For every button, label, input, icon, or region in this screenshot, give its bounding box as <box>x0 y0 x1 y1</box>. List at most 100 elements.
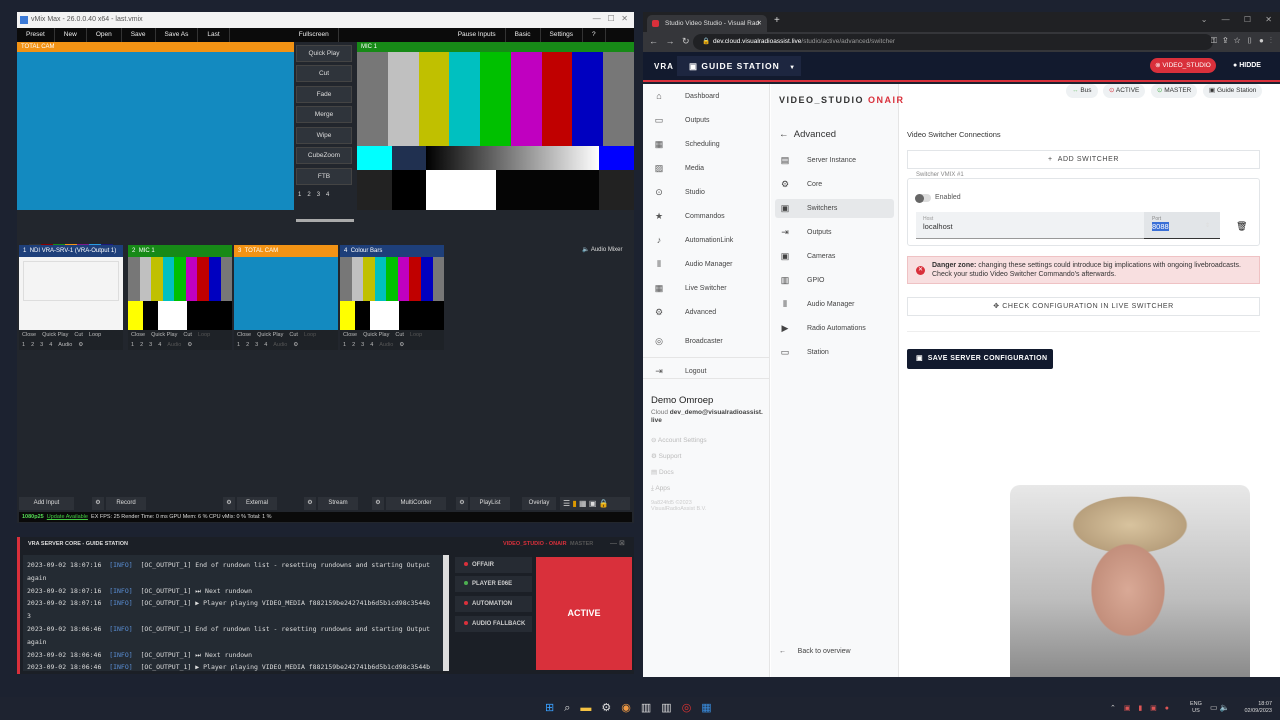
add-switcher-button[interactable]: + ADD SWITCHER <box>907 150 1260 169</box>
bus-1[interactable]: 1 <box>22 340 25 350</box>
close-button[interactable]: Close <box>131 330 145 340</box>
overlay-button[interactable]: Overlay <box>522 497 556 510</box>
audio-button[interactable]: Audio <box>273 340 287 350</box>
tray-icons[interactable]: ⌃ ▣ ▮ ▣ ● <box>1110 697 1169 720</box>
bus-2[interactable]: 2 <box>246 340 249 350</box>
input-2[interactable]: 2 MIC 1 Close Quick Play Cut Loop 1 2 3 4 Audio… <box>128 245 233 350</box>
fade-button[interactable]: Fade <box>296 86 352 103</box>
host-input[interactable]: Host localhost <box>916 212 1144 239</box>
menu-last[interactable]: Last <box>198 28 230 42</box>
gear-icon[interactable]: ⚙ <box>293 340 298 350</box>
add-input-button[interactable]: Add Input <box>19 497 74 510</box>
gear-icon[interactable]: ⚙ <box>78 340 83 350</box>
browser-window-controls[interactable]: ⌄ — ☐ ✕ <box>1201 15 1272 24</box>
sidebar-item-advanced[interactable]: ⚙ Advanced <box>643 300 770 324</box>
menu-help[interactable]: ? <box>583 28 606 42</box>
loop-button[interactable]: Loop <box>304 330 316 340</box>
menu-fullscreen[interactable]: Fullscreen <box>290 28 339 42</box>
loop-button[interactable]: Loop <box>89 330 101 340</box>
transition-3[interactable]: 3 <box>317 192 320 198</box>
cut-button[interactable]: Cut <box>289 330 298 340</box>
bus-3[interactable]: 3 <box>149 340 152 350</box>
playlist-settings-gear-icon[interactable]: ⚙ <box>456 497 468 510</box>
active-button[interactable]: ACTIVE <box>536 557 632 670</box>
cubezoom-button[interactable]: CubeZoom <box>296 147 352 164</box>
update-link[interactable]: Update Available <box>47 514 88 520</box>
subnav-item-radio-automations[interactable]: ▶ Radio Automations <box>775 319 894 338</box>
bus-2[interactable]: 2 <box>352 340 355 350</box>
quick-play-button[interactable]: Quick Play <box>363 330 389 340</box>
t-bar-slider[interactable] <box>296 219 354 222</box>
studio-badge[interactable]: ⊗ VIDEO_STUDIO <box>1150 58 1216 73</box>
state-automation[interactable]: AUTOMATION <box>455 596 532 612</box>
bus-1[interactable]: 1 <box>237 340 240 350</box>
subnav-item-gpio[interactable]: ▥ GPIO <box>775 271 894 290</box>
sidebar-item-automationlink[interactable]: ♪ AutomationLink <box>643 228 770 252</box>
bus-4[interactable]: 4 <box>264 340 267 350</box>
browser-actions[interactable]: ⚿ ⇪ ☆ ▯ ● ⋮ <box>1211 36 1272 46</box>
close-button[interactable]: Close <box>237 330 251 340</box>
menu-pause-inputs[interactable]: Pause Inputs <box>449 28 506 42</box>
cut-button[interactable]: Cut <box>395 330 404 340</box>
enabled-toggle[interactable] <box>915 193 931 203</box>
core-window-controls[interactable]: — ⊠ <box>610 539 625 547</box>
window-controls[interactable]: — ☐ ✕ <box>593 14 628 23</box>
ftb-button[interactable]: FTB <box>296 168 352 185</box>
bus-4[interactable]: 4 <box>370 340 373 350</box>
bus-1[interactable]: 1 <box>131 340 134 350</box>
bus-1[interactable]: 1 <box>343 340 346 350</box>
menu-settings[interactable]: Settings <box>541 28 584 42</box>
quick-play-button[interactable]: Quick Play <box>151 330 177 340</box>
menu-basic[interactable]: Basic <box>506 28 541 42</box>
subnav-item-outputs[interactable]: ⇥ Outputs <box>775 223 894 242</box>
stream-settings-gear-icon[interactable]: ⚙ <box>304 497 316 510</box>
close-tab-icon[interactable]: ✕ <box>757 15 762 32</box>
input-4[interactable]: 4 Colour Bars Close Quick Play Cut Loop 123… <box>340 245 445 350</box>
merge-button[interactable]: Merge <box>296 106 352 123</box>
save-configuration-button[interactable]: ▣ SAVE SERVER CONFIGURATION <box>907 349 1053 369</box>
wipe-button[interactable]: Wipe <box>296 127 352 144</box>
menu-save-as[interactable]: Save As <box>156 28 199 42</box>
language-indicator[interactable]: ENG US <box>1190 701 1202 715</box>
subnav-item-station[interactable]: ▭ Station <box>775 343 894 362</box>
menu-new[interactable]: New <box>55 28 87 42</box>
subnav-item-cameras[interactable]: ▣ Cameras <box>775 247 894 266</box>
audio-button[interactable]: Audio <box>58 340 72 350</box>
state-player[interactable]: PLAYER E06E <box>455 576 532 592</box>
sidebar-item-broadcaster[interactable]: ◎ Broadcaster <box>643 329 770 353</box>
menu-open[interactable]: Open <box>87 28 122 42</box>
input-3[interactable]: 3 TOTAL CAM Close Quick Play Cut Loop 1234A… <box>234 245 338 350</box>
audio-mixer-button[interactable]: 🔈 Audio Mixer <box>582 246 623 253</box>
sidebar-item-dashboard[interactable]: ⌂ Dashboard <box>643 84 770 108</box>
subnav-item-server-instance[interactable]: ▤ Server Instance <box>775 151 894 170</box>
cut-button[interactable]: Cut <box>183 330 192 340</box>
new-tab-icon[interactable]: + <box>774 15 780 26</box>
input-1[interactable]: 1 NDI VRA-SRV-1 (VRA-Output 1) Close Quic… <box>19 245 123 350</box>
external-settings-gear-icon[interactable]: ⚙ <box>223 497 235 510</box>
sidebar-item-commandos[interactable]: ★ Commandos <box>643 204 770 228</box>
taskbar-apps[interactable]: ⊞ ⌕ ▬ ⚙ ◉ ▥ ▥ ◎ ▦ <box>545 697 712 720</box>
account-settings-link[interactable]: ⊖ Account Settings <box>651 433 707 449</box>
audio-button[interactable]: Audio <box>167 340 181 350</box>
sidebar-item-scheduling[interactable]: ▦ Scheduling <box>643 132 770 156</box>
network-volume-icons[interactable]: ▭ 🔈 <box>1210 703 1230 712</box>
close-button[interactable]: Close <box>22 330 36 340</box>
sidebar-item-media[interactable]: ▨ Media <box>643 156 770 180</box>
clock[interactable]: 18:07 02/09/2023 <box>1236 701 1272 715</box>
gear-icon[interactable]: ⚙ <box>187 340 192 350</box>
bus-4[interactable]: 4 <box>158 340 161 350</box>
sidebar-item-logout[interactable]: ⇥ Logout <box>643 359 770 383</box>
log-scrollbar[interactable] <box>443 555 449 671</box>
playlist-button[interactable]: PlayList <box>470 497 510 510</box>
cut-button[interactable]: Cut <box>74 330 83 340</box>
browser-tab[interactable]: Studio Video Studio - Visual Rad ✕ <box>647 15 767 32</box>
bus-2[interactable]: 2 <box>31 340 34 350</box>
subnav-item-switchers[interactable]: ▣ Switchers <box>775 199 894 218</box>
stream-button[interactable]: Stream <box>318 497 358 510</box>
sidebar-item-audio-manager[interactable]: ⫴ Audio Manager <box>643 252 770 276</box>
port-input[interactable]: Port 8088 ⇕ <box>1144 212 1220 239</box>
loop-button[interactable]: Loop <box>198 330 210 340</box>
multicorder-settings-gear-icon[interactable]: ⚙ <box>372 497 384 510</box>
quick-play-button[interactable]: Quick Play <box>257 330 283 340</box>
multicorder-button[interactable]: MultiCorder <box>386 497 446 510</box>
